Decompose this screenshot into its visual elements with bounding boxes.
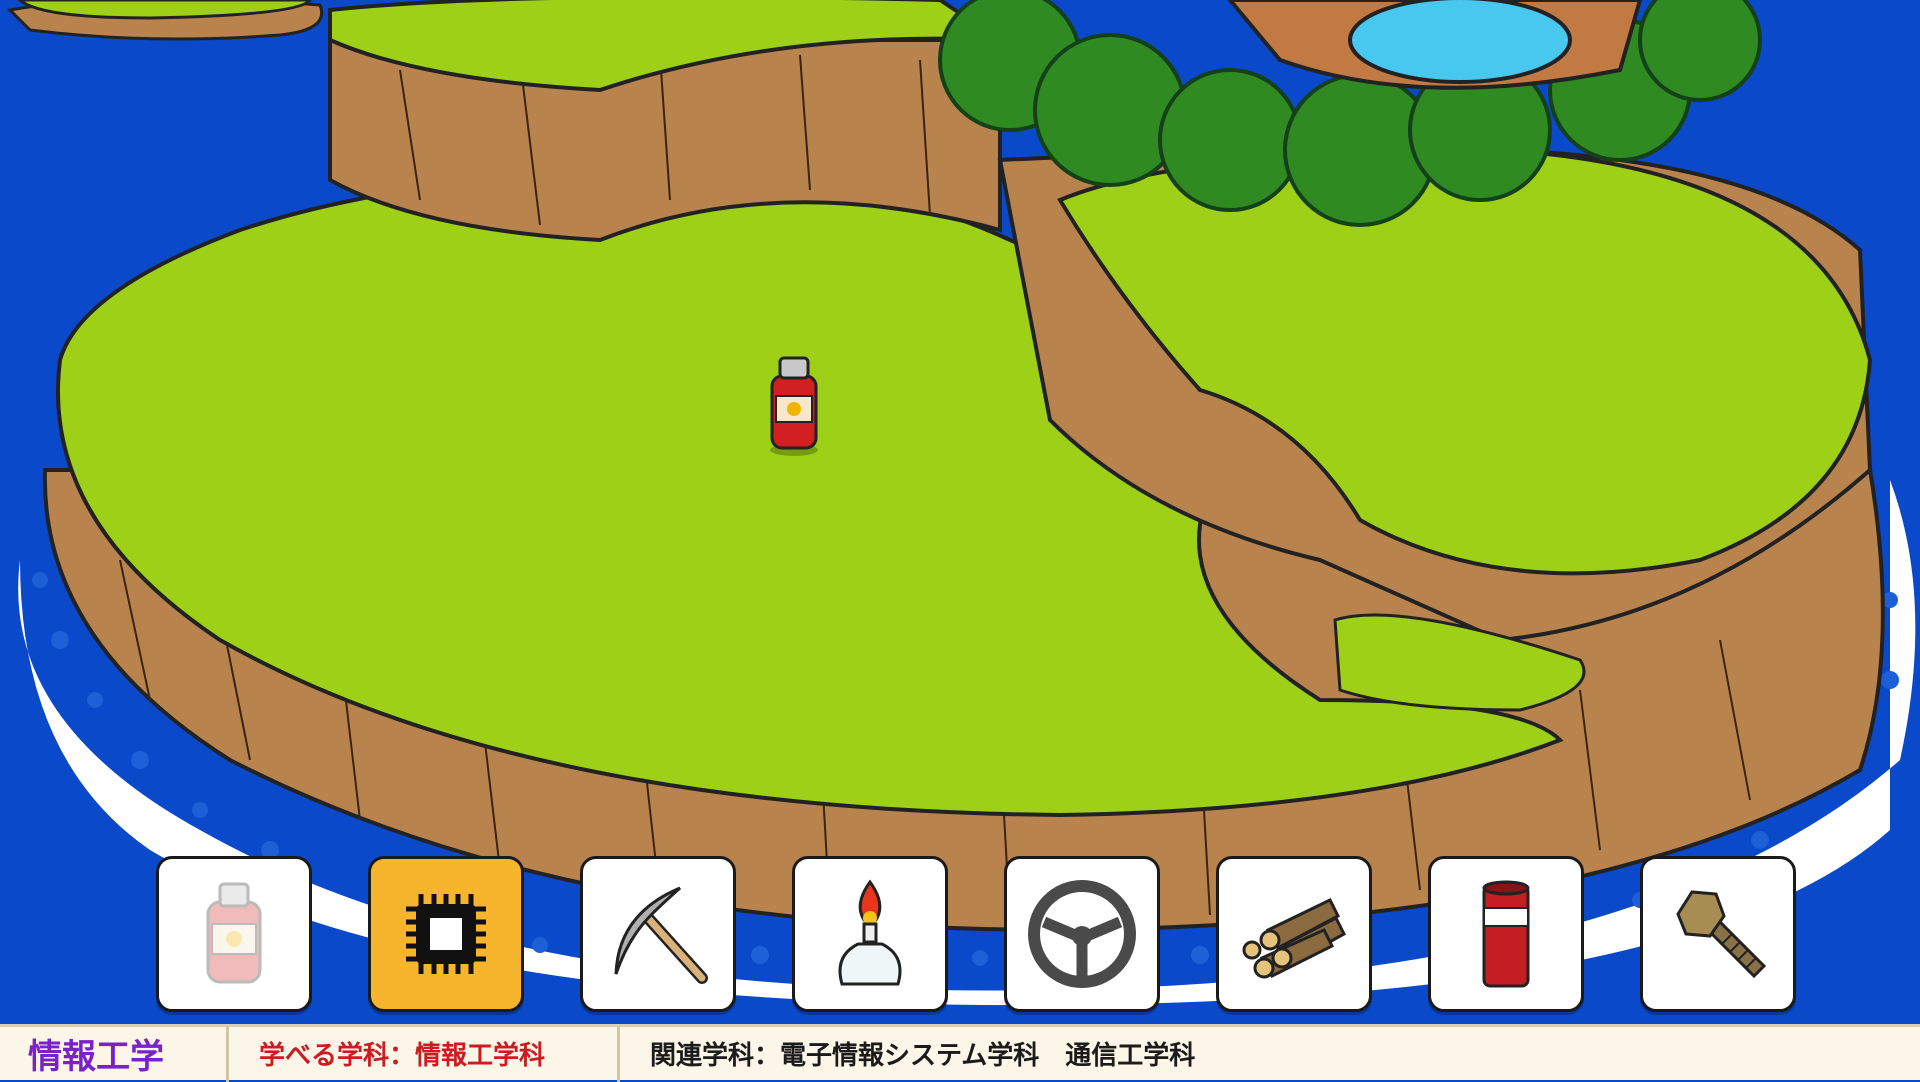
small-islet bbox=[6, 0, 323, 41]
inventory-slot-pickaxe[interactable] bbox=[580, 856, 736, 1012]
inventory-slot-bolt[interactable] bbox=[1640, 856, 1796, 1012]
steering-wheel-icon bbox=[1028, 880, 1136, 988]
bolt-screw-icon bbox=[1676, 890, 1767, 979]
pickaxe-icon bbox=[614, 886, 708, 984]
inventory-slot-fire-extinguisher[interactable] bbox=[156, 856, 312, 1012]
inventory-slot-red-cylinder[interactable] bbox=[1428, 856, 1584, 1012]
logs-icon bbox=[1242, 898, 1346, 979]
inventory-slot-cpu-chip[interactable] bbox=[368, 856, 524, 1012]
related-departments: 関連学科：電子情報システム学科 通信工学科 bbox=[650, 1041, 1196, 1071]
cpu-chip-icon bbox=[406, 894, 486, 974]
inventory-slot-logs[interactable] bbox=[1216, 856, 1372, 1012]
learnable-department: 学べる学科：情報工学科 bbox=[259, 1041, 546, 1071]
info-bar: 情報工学 学べる学科：情報工学科 関連学科：電子情報システム学科 通信工学科 bbox=[0, 1024, 1920, 1082]
info-title: 情報工学 bbox=[28, 1037, 164, 1077]
inventory-slot-steering-wheel[interactable] bbox=[1004, 856, 1160, 1012]
inventory-slot-alcohol-lamp[interactable] bbox=[792, 856, 948, 1012]
red-cylinder-icon bbox=[1482, 880, 1530, 988]
alcohol-lamp-icon bbox=[838, 879, 902, 986]
crater-pond bbox=[1348, 0, 1572, 84]
fire-extinguisher-icon bbox=[206, 882, 262, 984]
